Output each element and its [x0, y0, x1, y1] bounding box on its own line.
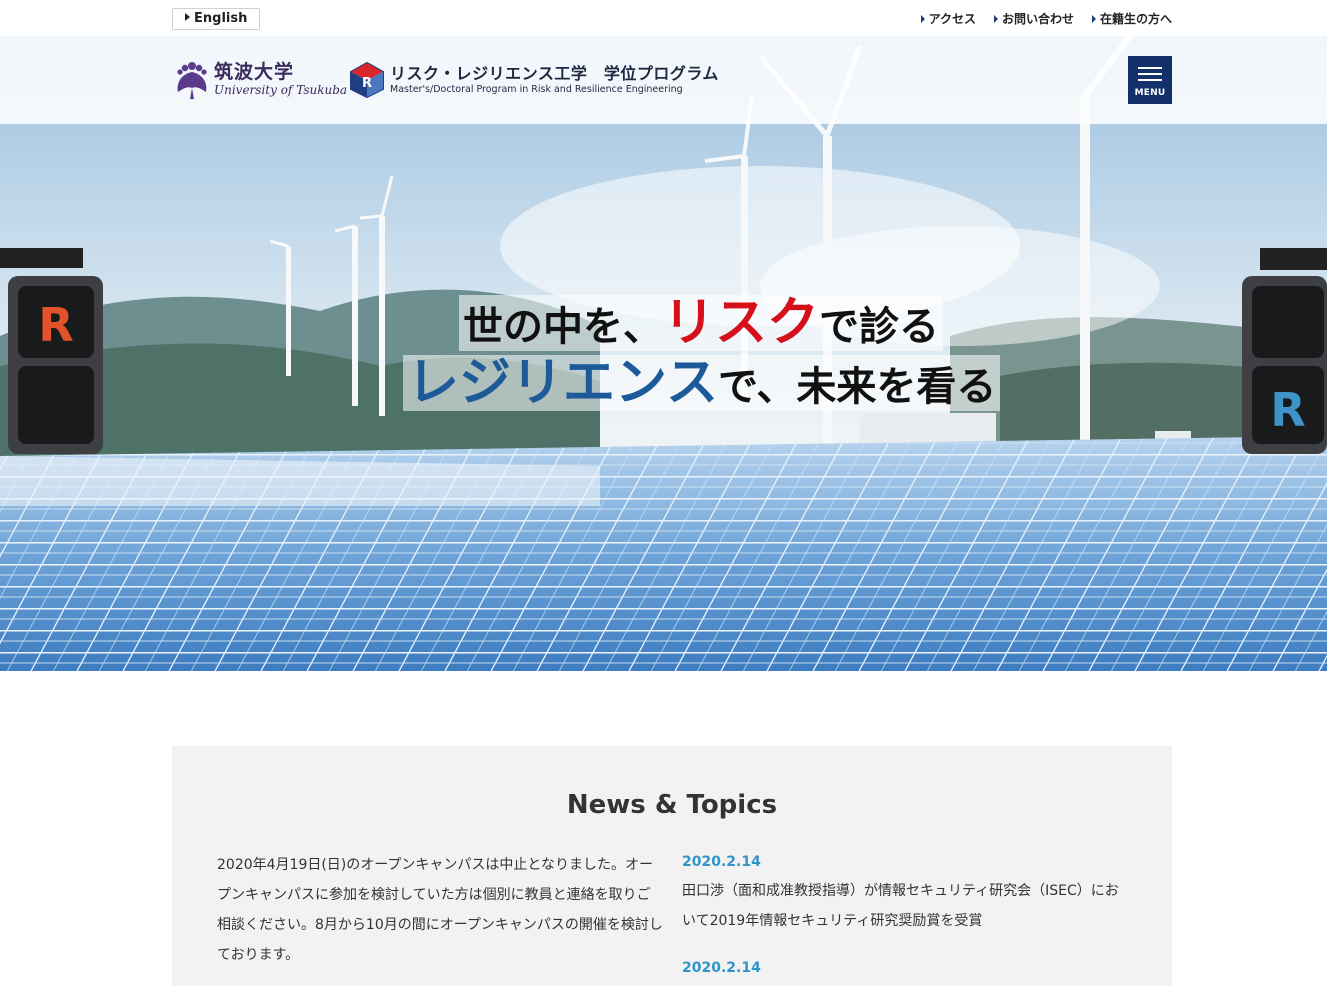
- catchcopy-text: で、未来を看る: [717, 364, 997, 410]
- access-label: アクセス: [928, 12, 976, 26]
- triangle-right-icon: [920, 14, 925, 23]
- news-item[interactable]: 2020.2.14 田口渉（面和成准教授指導）が情報セキュリティ研究会（ISEC…: [682, 852, 1132, 936]
- university-logo[interactable]: 筑波大学 University of Tsukuba: [172, 58, 347, 100]
- news-section-title: News & Topics: [566, 790, 778, 820]
- catchcopy-line-1: 世の中を、リスクで診る: [459, 293, 944, 353]
- catchcopy-line-2: レジリエンスで、未来を看る: [403, 353, 1001, 413]
- triangle-right-icon: [185, 13, 190, 21]
- triangle-right-icon: [1091, 14, 1096, 23]
- university-name-en: University of Tsukuba: [214, 83, 348, 97]
- contact-link[interactable]: お問い合わせ: [993, 10, 1074, 27]
- hamburger-icon: [1138, 67, 1162, 69]
- svg-text:R: R: [38, 298, 73, 352]
- triangle-right-icon: [993, 14, 998, 23]
- utility-links: アクセス お問い合わせ 在籍生の方へ: [920, 10, 1172, 27]
- program-name: リスク・レジリエンス工学 学位プログラム Master's/Doctoral P…: [390, 64, 719, 96]
- catchcopy-accent-resilience: レジリエンス: [407, 353, 718, 413]
- paulownia-crest-icon: [177, 62, 207, 99]
- hero-banner: R R 世の中を、リスクで診る レジリエンスで、未来を看る: [0, 36, 1327, 671]
- hamburger-icon: [1138, 79, 1162, 81]
- hamburger-icon: [1138, 73, 1162, 75]
- news-text: 田口渉（面和成准教授指導）が情報セキュリティ研究会（ISEC）において2019年…: [682, 883, 1119, 929]
- news-topics-section: News & Topics 2020年4月19日(日)のオープンキャンパスは中止…: [172, 746, 1172, 986]
- catchcopy-text: で診る: [819, 304, 940, 350]
- current-students-link[interactable]: 在籍生の方へ: [1091, 10, 1172, 27]
- current-students-label: 在籍生の方へ: [1099, 12, 1172, 26]
- news-date: 2020.2.14: [682, 854, 761, 870]
- english-language-button[interactable]: English: [172, 8, 261, 30]
- contact-label: お問い合わせ: [1001, 12, 1074, 26]
- open-campus-notice: 2020年4月19日(日)のオープンキャンパスは中止となりました。オープンキャン…: [217, 857, 663, 963]
- menu-button[interactable]: MENU: [1128, 56, 1172, 104]
- menu-label: MENU: [1134, 88, 1166, 98]
- program-name-en: Master's/Doctoral Program in Risk and Re…: [390, 84, 683, 95]
- svg-text:R: R: [362, 76, 372, 91]
- site-header: 筑波大学 University of Tsukuba R リスク・レジリエンス工…: [0, 36, 1344, 124]
- news-item[interactable]: 2020.2.14: [682, 958, 1132, 978]
- program-cube-icon: R: [350, 62, 384, 98]
- utility-bar: English アクセス お問い合わせ 在籍生の方へ: [0, 0, 1344, 36]
- english-label: English: [194, 11, 248, 26]
- access-link[interactable]: アクセス: [920, 10, 976, 27]
- svg-text:R: R: [1270, 383, 1305, 437]
- university-name-jp: 筑波大学: [214, 61, 295, 83]
- catchcopy-text: 世の中を、: [463, 304, 663, 350]
- program-logo[interactable]: R リスク・レジリエンス工学 学位プログラム Master's/Doctoral…: [350, 62, 719, 98]
- program-name-jp: リスク・レジリエンス工学 学位プログラム: [390, 64, 719, 83]
- catchcopy-accent-risk: リスク: [663, 293, 820, 353]
- university-name: 筑波大学 University of Tsukuba: [214, 61, 347, 97]
- news-date: 2020.2.14: [682, 960, 761, 976]
